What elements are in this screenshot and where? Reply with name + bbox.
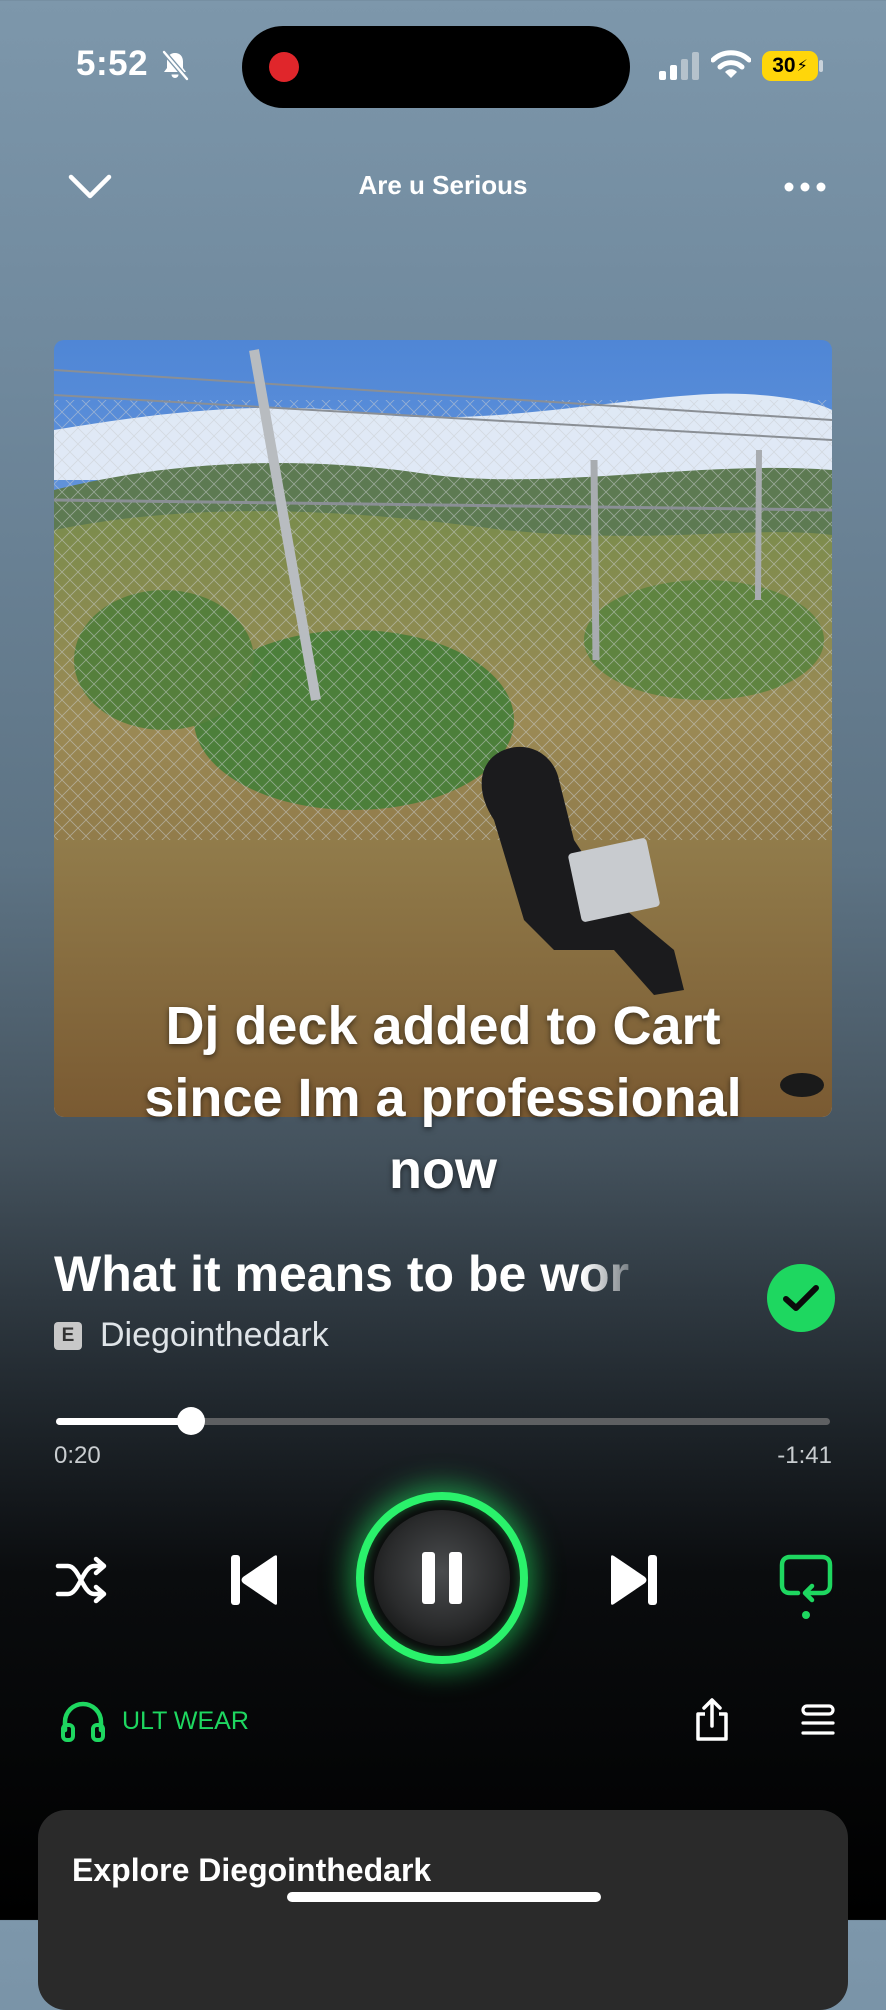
shuffle-button[interactable] [54, 1552, 110, 1608]
progress-fill [56, 1418, 191, 1425]
saved-button[interactable] [767, 1264, 835, 1332]
connected-device[interactable]: ULT WEAR [60, 1700, 249, 1742]
status-time: 5:52 [76, 44, 149, 83]
recording-indicator [269, 52, 299, 82]
wifi-icon [711, 50, 751, 78]
more-icon[interactable] [782, 180, 828, 194]
shuffle-icon [55, 1556, 107, 1604]
dynamic-island [242, 26, 630, 108]
repeat-button[interactable] [776, 1552, 836, 1622]
remaining-time: -1:41 [777, 1442, 832, 1469]
signal-icon [659, 52, 699, 80]
device-label: ULT WEAR [122, 1706, 249, 1735]
pause-button[interactable] [374, 1510, 510, 1646]
track-title[interactable]: What it means to be wor [54, 1245, 654, 1303]
previous-button[interactable] [224, 1552, 284, 1608]
share-icon [696, 1698, 728, 1741]
next-icon [611, 1555, 657, 1605]
battery-cap [819, 60, 823, 72]
repeat-icon [779, 1554, 833, 1619]
previous-icon [231, 1555, 277, 1605]
explicit-badge: E [54, 1322, 82, 1350]
share-button[interactable] [690, 1696, 734, 1744]
queue-button[interactable] [798, 1700, 838, 1740]
explore-card[interactable] [38, 1810, 848, 2010]
page-title: Are u Serious [358, 170, 528, 200]
pause-icon [422, 1552, 462, 1604]
next-button[interactable] [604, 1552, 664, 1608]
check-icon [783, 1285, 819, 1311]
artist-name[interactable]: Diegointhedark [100, 1316, 329, 1355]
queue-icon [801, 1704, 835, 1735]
explore-title: Explore Diegointhedark [72, 1852, 432, 1888]
progress-handle[interactable] [177, 1407, 205, 1435]
bell-slash-icon [162, 50, 189, 81]
battery-icon: 30 ⚡ [762, 51, 818, 81]
home-indicator[interactable] [287, 1892, 601, 1902]
lyric-caption: Dj deck added to Cart since Im a profess… [144, 996, 742, 1200]
battery-level: 30 [772, 54, 796, 77]
headphones-icon [61, 1701, 105, 1742]
elapsed-time: 0:20 [54, 1442, 101, 1469]
